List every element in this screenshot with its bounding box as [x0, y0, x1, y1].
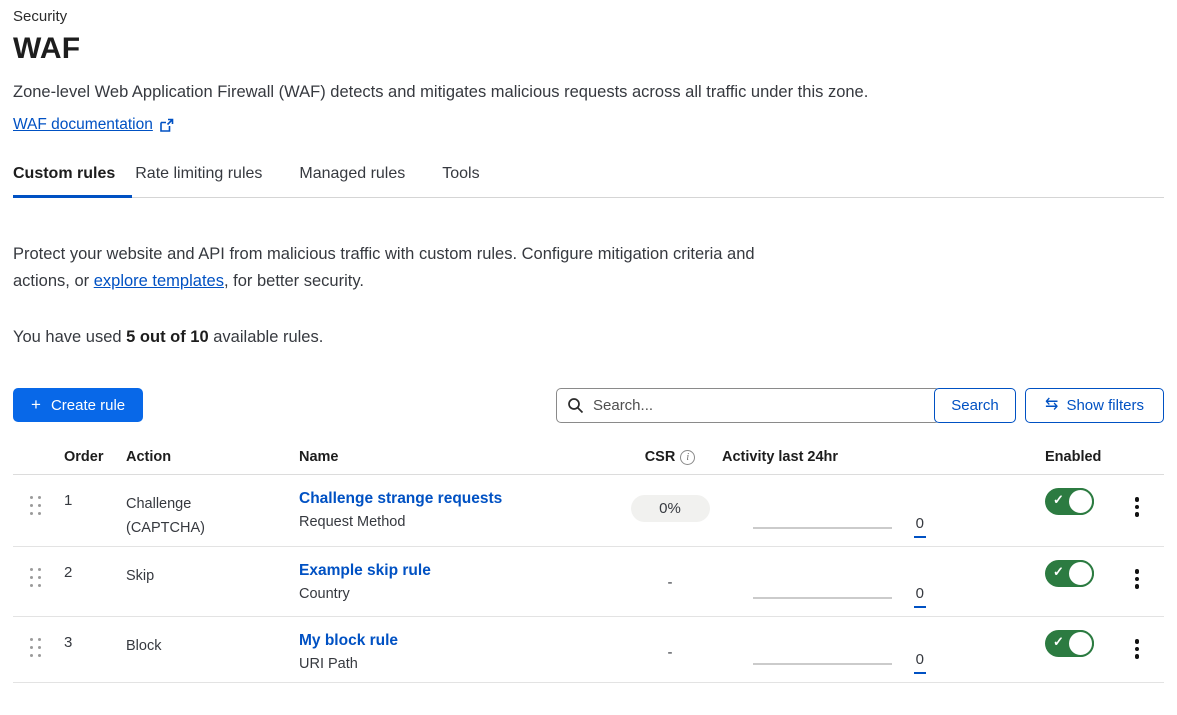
- header-activity: Activity last 24hr: [720, 449, 940, 465]
- activity-cell: 0: [720, 547, 940, 616]
- create-rule-button[interactable]: + Create rule: [13, 388, 143, 422]
- info-icon[interactable]: i: [680, 450, 695, 465]
- header-name: Name: [299, 449, 620, 465]
- search-input[interactable]: [556, 388, 940, 423]
- check-icon: ✓: [1053, 492, 1064, 508]
- table-row: 3 Block My block rule URI Path - 0 ✓: [13, 617, 1164, 683]
- doc-link-row: WAF documentation: [13, 116, 1164, 134]
- show-filters-label: Show filters: [1066, 397, 1144, 414]
- show-filters-button[interactable]: ⇆ Show filters: [1025, 388, 1164, 423]
- enabled-toggle[interactable]: ✓: [1045, 560, 1094, 587]
- activity-sparkline: [753, 663, 892, 665]
- activity-cell: 0: [720, 475, 940, 546]
- rule-field: Request Method: [299, 514, 620, 530]
- header-order: Order: [64, 449, 126, 465]
- rule-name-link[interactable]: My block rule: [299, 632, 620, 650]
- rule-action: Block: [126, 617, 299, 682]
- enabled-toggle[interactable]: ✓: [1045, 488, 1094, 515]
- toggle-knob: [1067, 630, 1094, 657]
- enabled-cell: ✓: [1032, 617, 1110, 682]
- intro-text: Protect your website and API from malici…: [13, 241, 758, 295]
- rule-name-link[interactable]: Challenge strange requests: [299, 490, 620, 508]
- intro-after: , for better security.: [224, 272, 364, 290]
- kebab-cell: [1110, 475, 1164, 546]
- rule-action: Challenge(CAPTCHA): [126, 475, 299, 546]
- rule-order: 2: [64, 547, 126, 616]
- activity-sparkline: [753, 597, 892, 599]
- drag-handle[interactable]: [24, 617, 64, 682]
- table-header: Order Action Name CSR i Activity last 24…: [13, 449, 1164, 475]
- rule-field: Country: [299, 586, 620, 602]
- header-csr-label: CSR: [645, 449, 676, 465]
- csr-cell: 0%: [620, 475, 720, 546]
- kebab-cell: [1110, 617, 1164, 682]
- swap-arrows-icon: ⇆: [1045, 397, 1058, 413]
- csr-value: -: [668, 562, 673, 591]
- rule-name-cell: Example skip rule Country: [299, 547, 620, 616]
- table-row: 2 Skip Example skip rule Country - 0 ✓: [13, 547, 1164, 617]
- search-group: Search: [556, 388, 1016, 423]
- enabled-cell: ✓: [1032, 547, 1110, 616]
- usage-prefix: You have used: [13, 328, 126, 346]
- breadcrumb: Security: [13, 8, 1164, 25]
- usage-suffix: available rules.: [209, 328, 324, 346]
- activity-count-link[interactable]: 0: [914, 585, 926, 608]
- rule-order: 1: [64, 475, 126, 546]
- row-spacer: [940, 475, 1032, 546]
- kebab-menu-icon[interactable]: [1129, 495, 1146, 546]
- rule-name-cell: Challenge strange requests Request Metho…: [299, 475, 620, 546]
- tab-managed-rules[interactable]: Managed rules: [299, 165, 405, 197]
- search-icon: [567, 397, 584, 419]
- header-enabled: Enabled: [1032, 449, 1110, 465]
- usage-text: You have used 5 out of 10 available rule…: [13, 328, 1164, 347]
- kebab-menu-icon[interactable]: [1129, 637, 1146, 682]
- search-area: Search ⇆ Show filters: [556, 388, 1164, 423]
- activity-count-link[interactable]: 0: [914, 515, 926, 538]
- header-csr: CSR i: [620, 449, 720, 465]
- toggle-knob: [1067, 560, 1094, 587]
- enabled-cell: ✓: [1032, 475, 1110, 546]
- custom-rules-table: Order Action Name CSR i Activity last 24…: [13, 449, 1164, 683]
- external-link-icon: [159, 118, 174, 133]
- search-button[interactable]: Search: [934, 388, 1016, 423]
- header-action: Action: [126, 449, 299, 465]
- waf-page: Security WAF Zone-level Web Application …: [0, 8, 1177, 715]
- toggle-knob: [1067, 488, 1094, 515]
- activity-cell: 0: [720, 617, 940, 682]
- waf-documentation-link[interactable]: WAF documentation: [13, 116, 153, 134]
- csr-cell: -: [620, 547, 720, 616]
- toolbar: + Create rule Search ⇆ Show filt: [13, 388, 1164, 423]
- rule-action: Skip: [126, 547, 299, 616]
- explore-templates-link[interactable]: explore templates: [94, 272, 224, 290]
- drag-handle[interactable]: [24, 475, 64, 546]
- tab-tools[interactable]: Tools: [442, 165, 479, 197]
- tabbar: Custom rules Rate limiting rules Managed…: [13, 165, 1164, 198]
- page-description: Zone-level Web Application Firewall (WAF…: [13, 83, 1164, 102]
- rule-order: 3: [64, 617, 126, 682]
- tab-rate-limiting-rules[interactable]: Rate limiting rules: [135, 165, 262, 197]
- create-rule-label: Create rule: [51, 397, 125, 414]
- csr-value: -: [668, 632, 673, 661]
- tab-custom-rules[interactable]: Custom rules: [13, 165, 115, 197]
- activity-count-link[interactable]: 0: [914, 651, 926, 674]
- row-spacer: [940, 617, 1032, 682]
- kebab-menu-icon[interactable]: [1129, 567, 1146, 616]
- page-title: WAF: [13, 32, 1164, 66]
- usage-count: 5 out of 10: [126, 328, 209, 346]
- rule-field: URI Path: [299, 656, 620, 672]
- check-icon: ✓: [1053, 634, 1064, 650]
- csr-cell: -: [620, 617, 720, 682]
- drag-handle[interactable]: [24, 547, 64, 616]
- table-row: 1 Challenge(CAPTCHA) Challenge strange r…: [13, 475, 1164, 547]
- csr-badge: 0%: [631, 495, 710, 522]
- rule-name-cell: My block rule URI Path: [299, 617, 620, 682]
- rule-name-link[interactable]: Example skip rule: [299, 562, 620, 580]
- plus-icon: +: [31, 395, 41, 415]
- activity-sparkline: [753, 527, 892, 529]
- row-spacer: [940, 547, 1032, 616]
- enabled-toggle[interactable]: ✓: [1045, 630, 1094, 657]
- check-icon: ✓: [1053, 564, 1064, 580]
- kebab-cell: [1110, 547, 1164, 616]
